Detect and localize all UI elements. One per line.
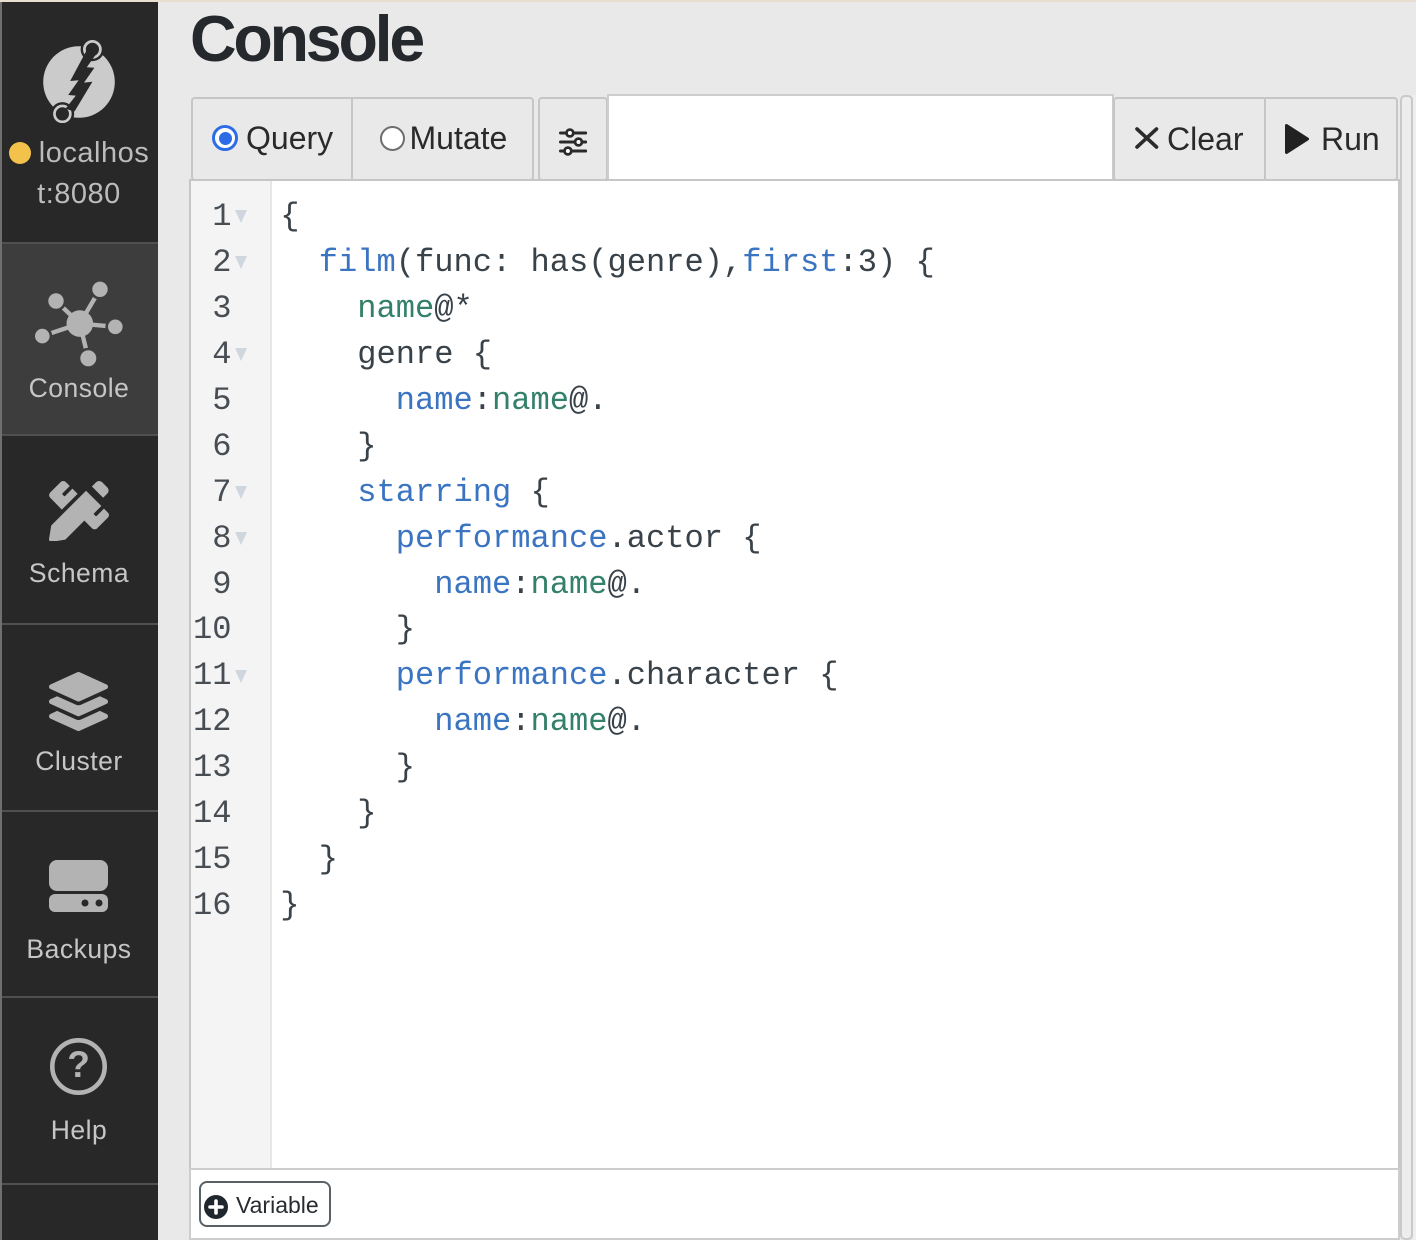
svg-text:?: ? (67, 1044, 90, 1085)
